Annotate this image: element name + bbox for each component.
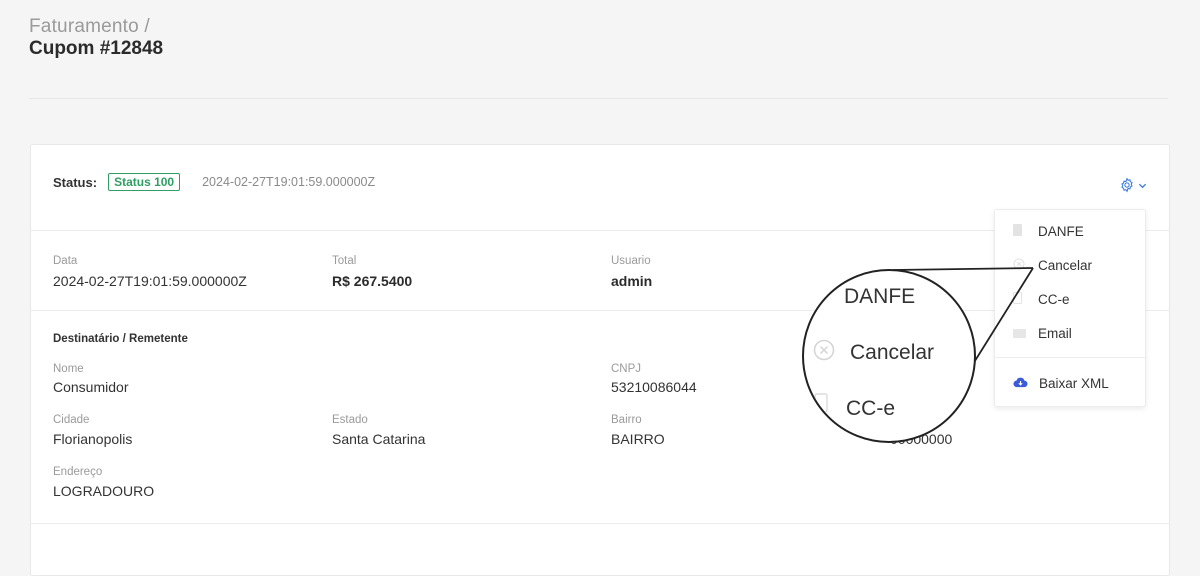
menu-item-label: Email: [1038, 326, 1072, 341]
page-title: Cupom #12848: [29, 38, 164, 59]
menu-item-email[interactable]: Email: [1013, 326, 1072, 341]
document-icon: [814, 393, 828, 418]
endereco-value: LOGRADOURO: [53, 483, 155, 499]
cancel-circle-icon: [1013, 258, 1027, 273]
cnpj-value: 53210086044: [611, 379, 697, 395]
recipient-section-title: Destinatário / Remetente: [53, 333, 188, 345]
magnifier-item-cancelar: Cancelar: [850, 341, 935, 364]
status-label: Status:: [53, 174, 98, 190]
data-label: Data: [53, 255, 78, 267]
estado-value: Santa Catarina: [332, 431, 426, 447]
usuario-value: admin: [611, 273, 653, 289]
magnifier-item-cce: CC-e: [846, 397, 896, 420]
bairro-value: BAIRRO: [611, 431, 665, 447]
chevron-down-icon: [1138, 181, 1147, 190]
data-value: 2024-02-27T19:01:59.000000Z: [53, 273, 247, 289]
bairro-label: Bairro: [611, 414, 642, 426]
breadcrumb[interactable]: Faturamento /: [29, 16, 150, 38]
cidade-label: Cidade: [53, 414, 90, 426]
menu-item-label: CC-e: [1038, 292, 1070, 307]
email-icon: [1013, 326, 1027, 341]
file-icon: [1013, 224, 1027, 239]
nome-value: Consumidor: [53, 379, 129, 395]
menu-divider: [995, 357, 1145, 358]
nome-label: Nome: [53, 363, 84, 375]
endereco-label: Endereço: [53, 466, 103, 478]
total-value: R$ 267.5400: [332, 273, 413, 289]
estado-label: Estado: [332, 414, 368, 426]
menu-item-danfe[interactable]: DANFE: [1013, 224, 1084, 239]
cnpj-label: CNPJ: [611, 363, 642, 375]
menu-item-label: Baixar XML: [1039, 376, 1109, 391]
menu-item-label: DANFE: [1038, 224, 1084, 239]
usuario-label: Usuario: [611, 255, 651, 267]
menu-item-cce[interactable]: CC-e: [1013, 292, 1070, 307]
cidade-value: Florianopolis: [53, 431, 133, 447]
menu-item-label: Cancelar: [1038, 258, 1093, 273]
total-label: Total: [332, 255, 357, 267]
recipient-divider: [31, 523, 1169, 524]
cloud-download-icon: [1013, 376, 1029, 391]
gear-icon: [1119, 177, 1135, 193]
actions-menu-button[interactable]: [1119, 177, 1147, 193]
menu-item-baixar-xml[interactable]: Baixar XML: [1013, 376, 1109, 391]
magnifier-item-danfe: DANFE: [844, 285, 916, 308]
status-badge: Status 100: [108, 173, 181, 191]
cancel-circle-icon: [813, 339, 835, 366]
status-timestamp: 2024-02-27T19:01:59.000000Z: [202, 175, 376, 189]
menu-item-cancelar[interactable]: Cancelar: [1013, 258, 1092, 273]
status-row: Status: Status 100 2024-02-27T19:01:59.0…: [53, 173, 375, 191]
document-icon: [1013, 292, 1027, 307]
actions-dropdown: DANFE Cancelar CC-e Email Baixar XML: [994, 209, 1146, 407]
zoom-magnifier: DANFE Cancelar CC-e: [802, 269, 976, 443]
header-divider: [29, 98, 1168, 99]
